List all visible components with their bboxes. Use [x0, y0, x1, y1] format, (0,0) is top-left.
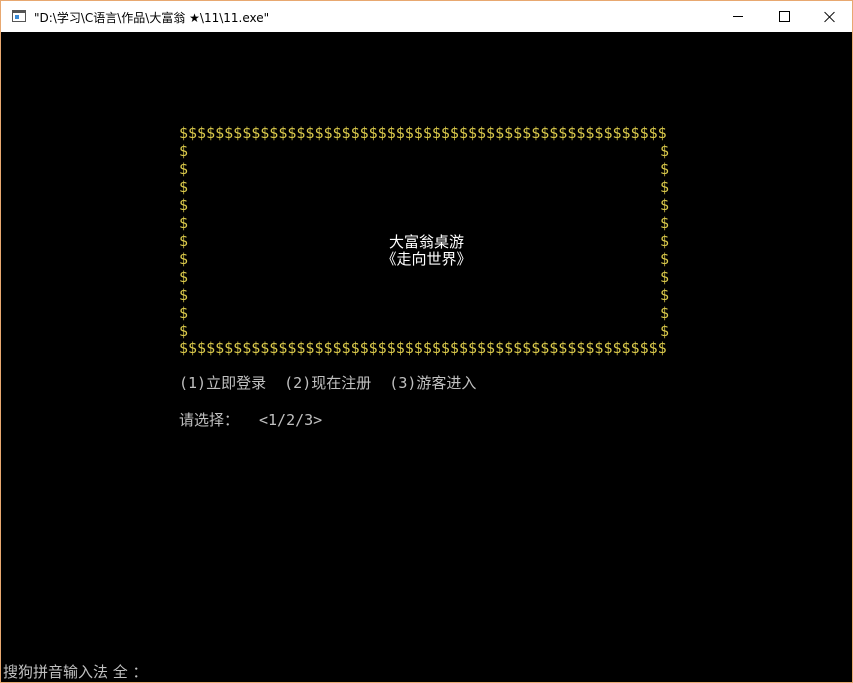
minimize-icon [733, 16, 743, 17]
console-window: "D:\学习\C语言\作品\大富翁 ★\11\11.exe" $$$$$$$$$… [0, 0, 853, 683]
prompt-label: 请选择： [179, 411, 240, 429]
console-area[interactable]: $$$$$$$$$$$$$$$$$$$$$$$$$$$$$$$$$$$$$$$$… [1, 32, 852, 682]
maximize-button[interactable] [761, 1, 807, 32]
prompt-options: <1/2/3> [259, 411, 323, 429]
maximize-icon [778, 11, 790, 22]
dollar-border-top: $$$$$$$$$$$$$$$$$$$$$$$$$$$$$$$$$$$$$$$$… [179, 124, 667, 142]
close-button[interactable] [807, 1, 852, 32]
close-icon [824, 11, 836, 23]
console-app-icon[interactable] [12, 10, 26, 22]
game-subtitle: 《走向世界》 [381, 250, 472, 268]
minimize-button[interactable] [715, 1, 761, 32]
title-bar[interactable]: "D:\学习\C语言\作品\大富翁 ★\11\11.exe" [1, 1, 852, 32]
window-title: "D:\学习\C语言\作品\大富翁 ★\11\11.exe" [34, 11, 270, 25]
ime-status-bar: 搜狗拼音输入法 全 ： [3, 663, 148, 681]
dollar-border-bottom: $$$$$$$$$$$$$$$$$$$$$$$$$$$$$$$$$$$$$$$$… [179, 339, 667, 357]
main-menu-options: (1)立即登录 (2)现在注册 (3)游客进入 [179, 374, 477, 392]
